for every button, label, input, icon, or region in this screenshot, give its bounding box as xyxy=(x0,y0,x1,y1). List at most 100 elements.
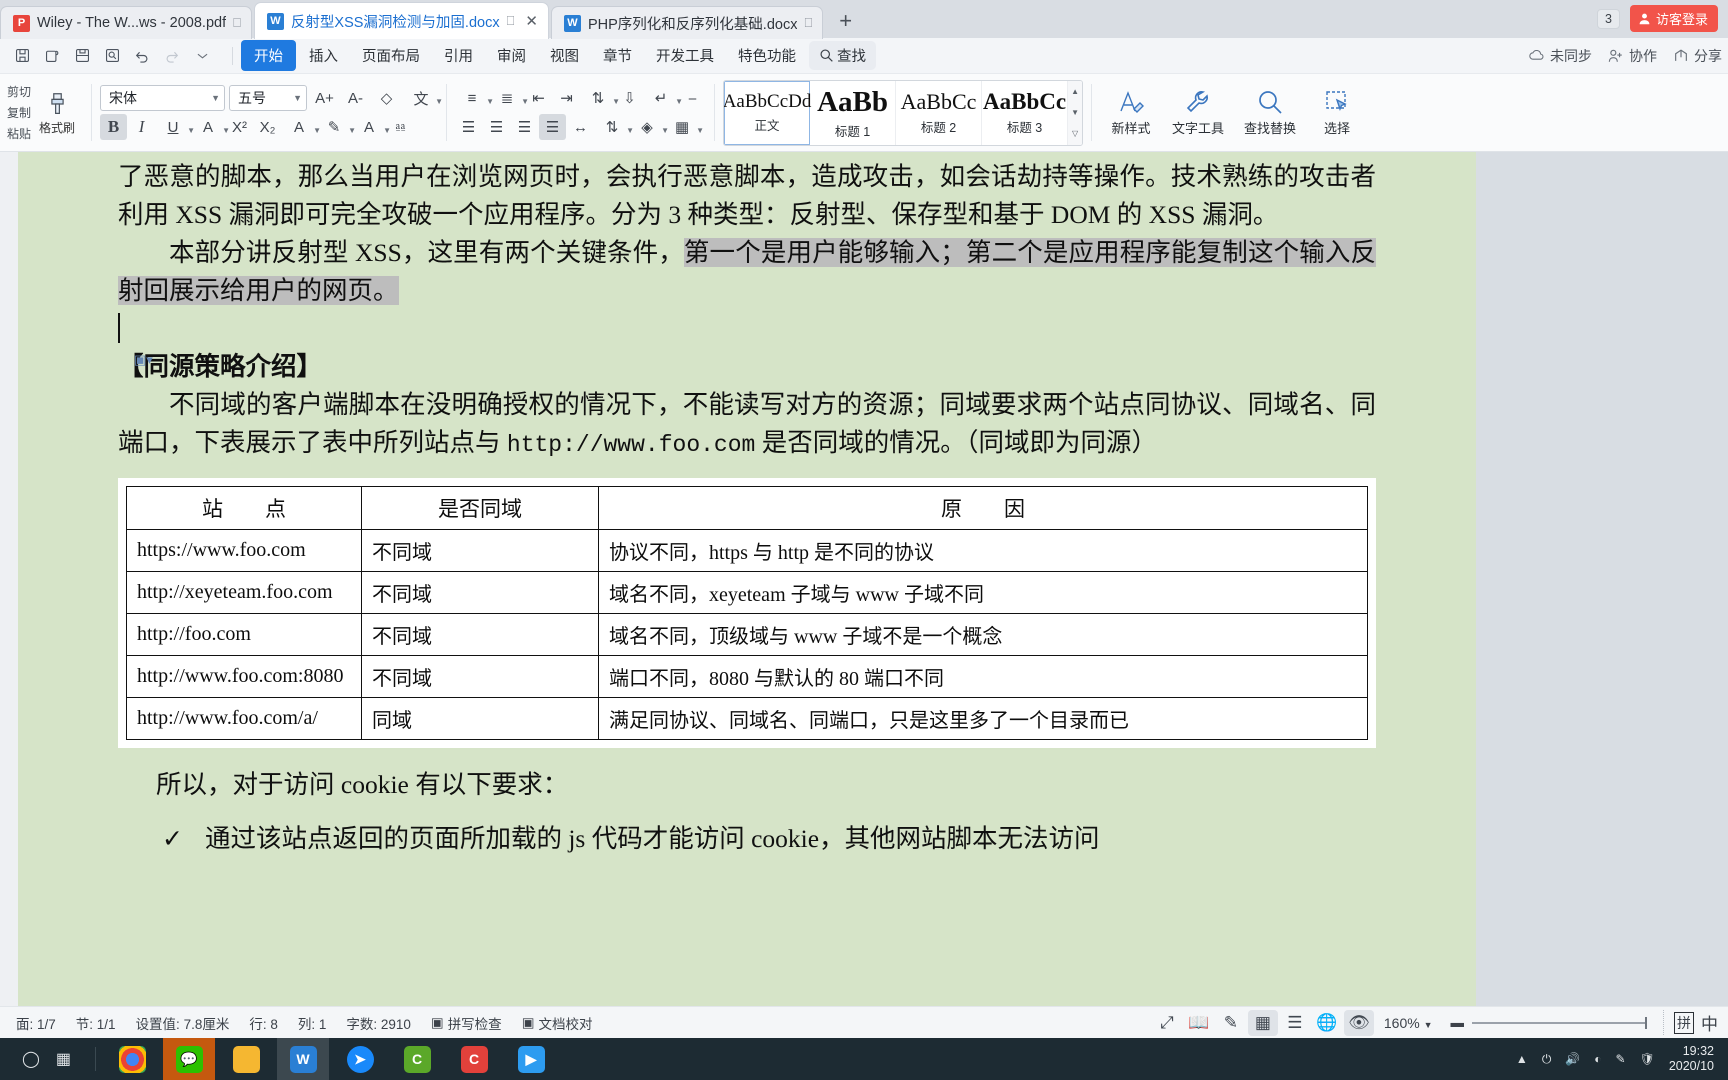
save-as-icon[interactable] xyxy=(38,43,66,69)
customize-chevron-down-icon[interactable] xyxy=(188,43,216,69)
format-painter-button[interactable]: 格式刷 xyxy=(31,90,83,136)
taskbar-app-wechat[interactable]: 💬 xyxy=(163,1038,216,1080)
align-left-icon[interactable]: ☰ xyxy=(455,114,482,140)
style-heading-1[interactable]: AaBb 标题 1 xyxy=(810,80,897,145)
expand-gallery-icon[interactable]: ▽ xyxy=(1072,129,1078,138)
menu-find-button[interactable]: 查找 xyxy=(809,41,876,70)
strikethrough-icon[interactable]: A ▼ xyxy=(191,114,230,140)
paste-button[interactable]: 粘贴 xyxy=(7,125,31,142)
volume-icon[interactable]: 🔊 xyxy=(1565,1052,1580,1066)
table-row[interactable]: http://xeyeteam.foo.com 不同域 域名不同，xeyetea… xyxy=(126,571,1368,614)
menu-item-insert[interactable]: 插入 xyxy=(298,40,349,71)
table-row[interactable]: http://foo.com 不同域 域名不同，顶级域与 www 子域不是一个概… xyxy=(126,613,1368,656)
task-view-icon[interactable]: ▦ xyxy=(56,1049,71,1069)
character-border-icon[interactable]: ⎂ xyxy=(387,114,414,140)
tab-count-badge[interactable]: 3 xyxy=(1597,8,1620,29)
print-preview-icon[interactable] xyxy=(98,43,126,69)
bullet-list-icon[interactable]: ≡ ▼ xyxy=(455,85,494,111)
cut-button[interactable]: 剪切 xyxy=(7,83,31,100)
network-icon[interactable]: ◐ xyxy=(1594,1052,1601,1066)
web-layout-icon[interactable]: 🌐 xyxy=(1312,1010,1342,1036)
tab-xss-docx[interactable]: W 反射型XSS漏洞检测与加固.docx ⎕ ✕ xyxy=(253,2,549,39)
subscript-icon[interactable]: X₂ xyxy=(254,114,281,140)
text-tools-button[interactable]: 文字工具 xyxy=(1162,89,1234,137)
taskbar-app-player[interactable]: ▶ xyxy=(505,1038,557,1080)
zoom-level[interactable]: 160% ▼ xyxy=(1376,1015,1441,1031)
sync-status-button[interactable]: 未同步 xyxy=(1529,46,1592,66)
status-spellcheck[interactable]: ▣ 拼写检查 xyxy=(421,1013,512,1033)
menu-item-section[interactable]: 章节 xyxy=(592,40,643,71)
tab-pdf[interactable]: P Wiley - The W...ws - 2008.pdf ⎕ xyxy=(0,6,252,39)
text-effects-icon[interactable]: A ▼ xyxy=(282,114,321,140)
cortana-circle-icon[interactable]: ◯ xyxy=(22,1049,40,1069)
grow-font-button[interactable]: A+ xyxy=(311,85,338,111)
shrink-font-button[interactable]: A- xyxy=(342,85,369,111)
numbered-list-icon[interactable]: ≣ ▼ xyxy=(490,85,529,111)
ime-indicator[interactable]: 拼 中 xyxy=(1663,1010,1718,1035)
new-tab-button[interactable]: + xyxy=(825,8,866,38)
fullscreen-icon[interactable]: ⤢ xyxy=(1152,1010,1182,1036)
style-gallery-scrollbar[interactable]: ▲ ▼ ▽ xyxy=(1068,80,1083,145)
redo-icon[interactable] xyxy=(158,43,186,69)
paragraph-sort-icon[interactable]: ⇩ xyxy=(616,85,643,111)
font-family-select[interactable]: 宋体 ▼ xyxy=(100,85,226,111)
table-row[interactable]: http://www.foo.com/a/ 同域 满足同协议、同域名、同端口，只… xyxy=(126,697,1368,740)
menu-item-review[interactable]: 审阅 xyxy=(486,40,537,71)
find-replace-button[interactable]: 查找替换 xyxy=(1234,89,1306,137)
increase-indent-icon[interactable]: ⇥ xyxy=(553,85,580,111)
borders-icon[interactable]: ▦ ▼ xyxy=(665,114,704,140)
same-origin-table[interactable]: 站 点 是否同域 原 因 https://www.foo.com 不同域 协议不… xyxy=(126,486,1368,740)
status-word-count[interactable]: 字数: 2910 xyxy=(336,1013,421,1033)
collaborate-button[interactable]: 协作 xyxy=(1608,46,1657,66)
menu-item-page-layout[interactable]: 页面布局 xyxy=(351,40,431,71)
taskbar-app-camtasia[interactable]: C xyxy=(448,1038,500,1080)
table-row[interactable]: http://www.foo.com:8080 不同域 端口不同，8080 与默… xyxy=(126,655,1368,698)
align-right-icon[interactable]: ☰ xyxy=(511,114,538,140)
highlight-color-icon[interactable]: ✎ ▼ xyxy=(317,114,356,140)
zoom-out-button[interactable]: ▬ xyxy=(1451,1015,1465,1030)
show-marks-icon[interactable]: ↵ ▼ xyxy=(644,85,683,111)
menu-item-home[interactable]: 开始 xyxy=(241,40,296,71)
zoom-knob[interactable] xyxy=(1645,1016,1647,1029)
reading-layout-icon[interactable]: 📖 xyxy=(1184,1010,1214,1036)
status-proofread[interactable]: ▣ 文档校对 xyxy=(512,1013,603,1033)
menu-item-view[interactable]: 视图 xyxy=(539,40,590,71)
save-icon[interactable] xyxy=(8,43,36,69)
superscript-icon[interactable]: X² xyxy=(226,114,253,140)
print-icon[interactable] xyxy=(68,43,96,69)
tab-php-docx[interactable]: W PHP序列化和反序列化基础.docx ⎕ xyxy=(550,6,824,39)
share-button[interactable]: 分享 xyxy=(1673,46,1722,66)
shield-icon[interactable]: 🛡 xyxy=(1640,1052,1655,1066)
line-spacing-icon[interactable]: ⇅ ▼ xyxy=(595,114,634,140)
chevron-down-icon[interactable]: ▼ xyxy=(1071,108,1079,117)
ime-tray-icon[interactable]: ✎ xyxy=(1616,1052,1626,1066)
table-row[interactable]: https://www.foo.com 不同域 协议不同，https 与 htt… xyxy=(126,529,1368,572)
align-center-icon[interactable]: ☰ xyxy=(483,114,510,140)
pinyin-guide-icon[interactable]: 文 ▼ xyxy=(404,85,444,111)
style-heading-3[interactable]: AaBbCc 标题 3 xyxy=(982,80,1069,145)
underline-button[interactable]: U ▼ xyxy=(156,114,195,140)
menu-item-special-features[interactable]: 特色功能 xyxy=(727,40,807,71)
document-canvas[interactable]: 了恶意的脚本，那么当用户在浏览网页时，会执行恶意脚本，造成攻击，如会话劫持等操作… xyxy=(0,152,1728,1006)
taskbar-app-wps[interactable]: W xyxy=(277,1038,330,1080)
bold-button[interactable]: B xyxy=(100,114,128,140)
outline-view-icon[interactable]: ☰ xyxy=(1280,1010,1310,1036)
undo-icon[interactable] xyxy=(128,43,156,69)
guest-login-button[interactable]: 访客登录 xyxy=(1629,5,1718,32)
battery-icon[interactable]: ⏻ xyxy=(1542,1052,1552,1067)
chevron-up-icon[interactable]: ▲ xyxy=(1516,1052,1528,1066)
align-justify-icon[interactable]: ☰ xyxy=(539,114,567,140)
italic-button[interactable]: I xyxy=(128,114,155,140)
edit-pen-icon[interactable]: ✎ xyxy=(1216,1010,1246,1036)
zoom-track[interactable] xyxy=(1472,1016,1647,1029)
menu-item-references[interactable]: 引用 xyxy=(433,40,484,71)
chevron-up-icon[interactable]: ▲ xyxy=(1071,87,1079,96)
shading-icon[interactable]: ◈ ▼ xyxy=(630,114,669,140)
zoom-slider[interactable]: ▬ xyxy=(1443,1015,1656,1030)
print-layout-icon[interactable]: ▦ xyxy=(1247,1009,1278,1036)
taskbar-app-explorer[interactable] xyxy=(220,1038,272,1080)
menu-item-developer-tools[interactable]: 开发工具 xyxy=(645,40,725,71)
clear-format-icon[interactable]: ◇ xyxy=(373,85,400,111)
font-color-icon[interactable]: A ▼ xyxy=(352,114,391,140)
taskbar-app-dingtalk[interactable]: ➤ xyxy=(334,1038,386,1080)
